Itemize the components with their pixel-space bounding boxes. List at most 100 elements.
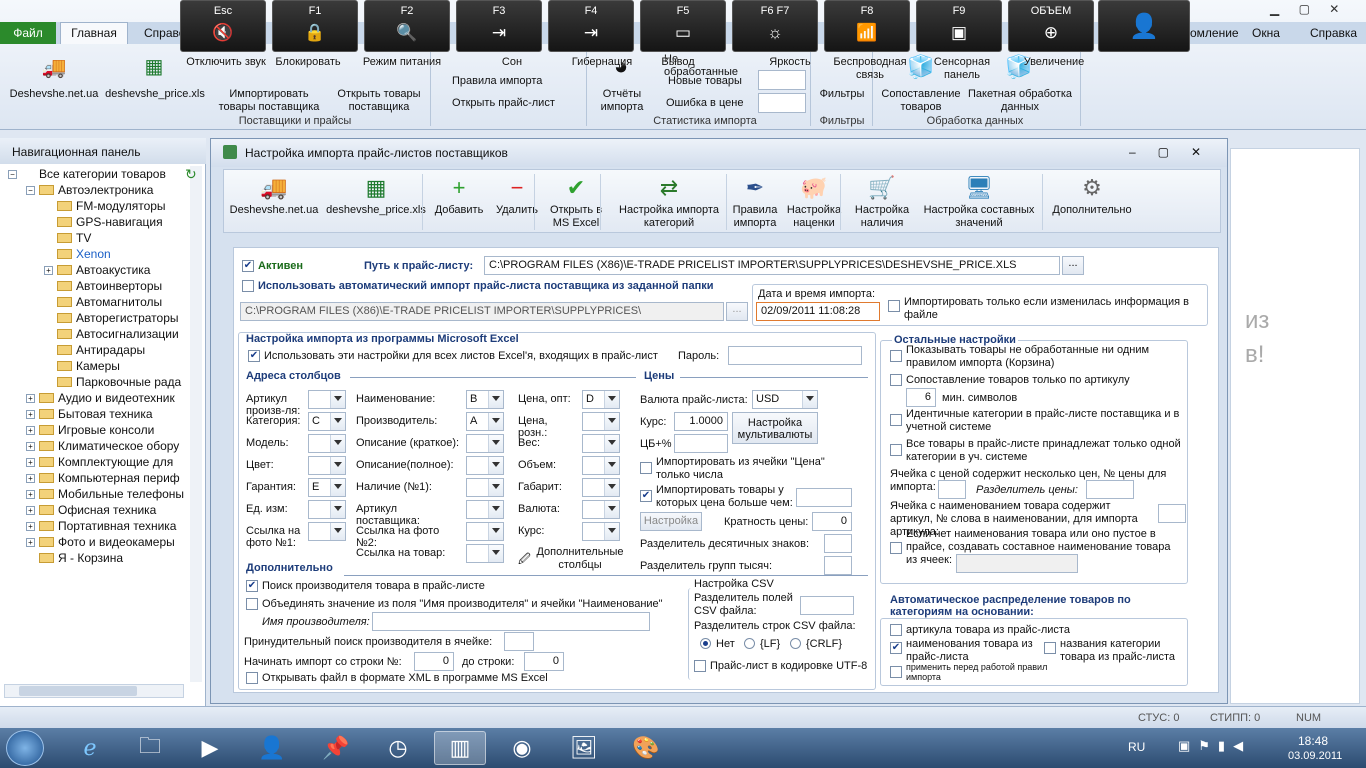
auto-cat-name-checkbox[interactable] [1044, 642, 1056, 654]
toolbar-button-2[interactable]: + Добавить [430, 172, 488, 217]
taskbar-user-icon[interactable]: 👤 [246, 731, 298, 765]
import-changed-checkbox[interactable] [888, 300, 900, 312]
toolbar-button-1[interactable]: ▦ deshevshe_price.xls [324, 172, 428, 217]
tree-item[interactable]: + Бытовая техника [26, 406, 153, 422]
toolbar-button-0[interactable]: 🚚 Deshevshe.net.ua [228, 172, 320, 217]
column-select[interactable] [582, 434, 620, 453]
fkey-7[interactable]: F8 📶 [824, 0, 910, 52]
fkey-3[interactable]: F3 ⇥ [456, 0, 542, 52]
fkey-9[interactable]: ОБЪЕМ ⊕ [1008, 0, 1094, 52]
open-goods-button[interactable]: Открыть товары поставщика [330, 88, 428, 114]
expander-icon[interactable]: + [26, 473, 35, 483]
tree-item[interactable]: + Офисная техника [26, 502, 156, 518]
menu-windows[interactable]: Окна [1252, 26, 1280, 40]
tree-item[interactable]: + Автоакустика [44, 262, 150, 278]
column-select[interactable]: C [308, 412, 346, 431]
taskbar-ie-icon[interactable]: ℯ [64, 731, 116, 765]
filters-button[interactable]: Фильтры [812, 88, 872, 101]
file-tab[interactable]: Файл [0, 22, 56, 44]
tree-item[interactable]: Авторегистраторы [44, 310, 179, 326]
password-input[interactable] [728, 346, 862, 365]
auto-import-checkbox[interactable] [242, 280, 254, 292]
taskbar-chrome-icon[interactable]: ◉ [496, 731, 548, 765]
empty-name-checkbox[interactable] [890, 542, 902, 554]
column-select[interactable] [582, 456, 620, 475]
user-icon[interactable]: 👤 [1098, 0, 1190, 52]
column-select[interactable] [466, 500, 504, 519]
fkey-2[interactable]: F2 🔍 [364, 0, 450, 52]
tree-item[interactable]: Парковочные рада [44, 374, 181, 390]
ribbon-supplier[interactable]: Deshevshe.net.ua [6, 88, 102, 101]
expander-icon[interactable]: + [26, 521, 35, 531]
column-select[interactable] [308, 522, 346, 541]
fkey-8[interactable]: F9 ▣ [916, 0, 1002, 52]
group-sep-input[interactable] [824, 556, 852, 575]
price-setting-button[interactable]: Настройка [640, 512, 702, 531]
multicurrency-button[interactable]: Настройка мультивалюты [732, 412, 818, 444]
empty-name-input[interactable] [956, 554, 1078, 573]
taskbar-media-icon[interactable]: ▶ [184, 731, 236, 765]
min-symbols-input[interactable]: 6 [906, 388, 936, 407]
toolbar-button-7[interactable]: 🐖 Настройка наценки [784, 172, 844, 230]
column-select[interactable] [308, 434, 346, 453]
toolbar-button-4[interactable]: ✔ Открыть в MS Excel [546, 172, 606, 230]
price-sep-input[interactable] [1086, 480, 1134, 499]
multiplicity-input[interactable]: 0 [812, 512, 852, 531]
taskbar-pin-icon[interactable]: 📌 [310, 731, 362, 765]
column-select[interactable]: A [466, 412, 504, 431]
apply-before-checkbox[interactable] [890, 666, 902, 678]
use-all-sheets-checkbox[interactable]: ✔ [248, 350, 260, 362]
tree-item[interactable]: Камеры [44, 358, 120, 374]
maker-name-input[interactable] [372, 612, 650, 631]
extra-columns-link[interactable]: Дополнительные столбцы [532, 546, 628, 572]
import-rules-link[interactable]: Правила импорта [452, 75, 562, 88]
tree-horizontal-scrollbar[interactable] [4, 684, 184, 698]
refresh-icon[interactable]: ↻ [185, 166, 197, 183]
language-indicator[interactable]: RU [1128, 740, 1145, 754]
tree-item[interactable]: Xenon [44, 246, 111, 262]
active-checkbox[interactable]: ✔ [242, 260, 254, 272]
category-tree[interactable]: − Все категории товаров − Автоэлектроника FM… [0, 166, 190, 682]
column-select[interactable] [308, 500, 346, 519]
dialog-window-controls[interactable]: –▢✕ [1129, 145, 1223, 159]
start-row-input[interactable]: 0 [414, 652, 454, 671]
import-goods-button[interactable]: Импортировать товары поставщика [210, 88, 328, 114]
tree-item[interactable]: + Мобильные телефоны [26, 486, 184, 502]
csv-field-sep-input[interactable] [800, 596, 854, 615]
column-select[interactable] [466, 544, 504, 563]
expander-icon[interactable]: + [26, 441, 35, 451]
auto-name-checkbox[interactable]: ✔ [890, 642, 902, 654]
column-select[interactable] [308, 456, 346, 475]
column-select[interactable] [582, 412, 620, 431]
tree-item[interactable]: Я - Корзина [26, 550, 123, 566]
tree-vertical-scrollbar[interactable] [190, 166, 202, 682]
decimal-sep-input[interactable] [824, 534, 852, 553]
tree-item[interactable]: Автомагнитолы [44, 294, 162, 310]
column-select[interactable] [582, 478, 620, 497]
tray-icons[interactable]: ▣⚑▮◀ [1178, 738, 1251, 754]
toolbar-button-5[interactable]: ⇄ Настройка импорта категорий [610, 172, 728, 230]
column-select[interactable] [582, 500, 620, 519]
expander-icon[interactable]: + [26, 505, 35, 515]
fkey-6[interactable]: F6 F7 ☼ [732, 0, 818, 52]
tree-item[interactable]: FM-модуляторы [44, 198, 166, 214]
utf8-checkbox[interactable] [694, 660, 706, 672]
column-select[interactable]: B [466, 390, 504, 409]
csv-row-sep-crlf-radio[interactable] [790, 638, 801, 649]
auto-import-folder[interactable]: C:\PROGRAM FILES (X86)\E-TRADE PRICELIST… [240, 302, 724, 321]
toolbar-button-10[interactable]: ⚙ Дополнительно [1046, 172, 1138, 217]
clock-date[interactable]: 03.09.2011 [1288, 750, 1342, 762]
expander-icon[interactable]: + [26, 425, 35, 435]
name-article-input[interactable] [1158, 504, 1186, 523]
fkey-0[interactable]: Esc 🔇 [180, 0, 266, 52]
start-button[interactable] [6, 730, 44, 766]
expander-icon[interactable]: + [26, 489, 35, 499]
fkey-1[interactable]: F1 🔒 [272, 0, 358, 52]
browse-folder-button[interactable]: ... [726, 302, 748, 321]
column-select[interactable] [308, 390, 346, 409]
menu-appearance[interactable]: омление [1190, 26, 1239, 40]
home-tab[interactable]: Главная [60, 22, 128, 44]
auto-article-checkbox[interactable] [890, 624, 902, 636]
price-path-input[interactable]: C:\PROGRAM FILES (X86)\E-TRADE PRICELIST… [484, 256, 1060, 275]
same-cats-checkbox[interactable] [890, 414, 902, 426]
